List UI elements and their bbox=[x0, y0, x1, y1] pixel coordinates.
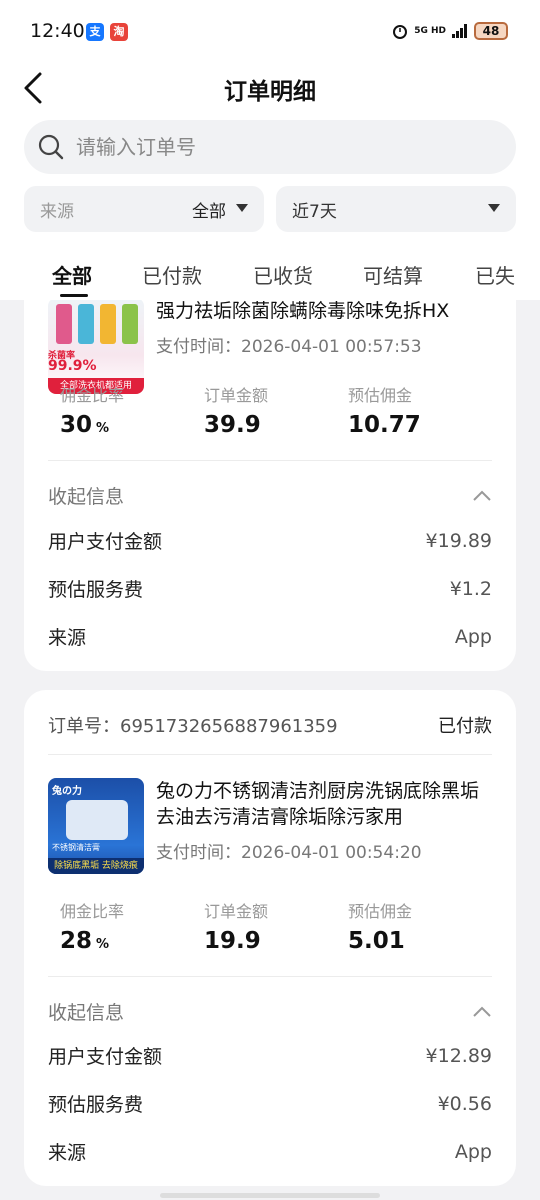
percent-unit: % bbox=[96, 937, 110, 952]
stat-value-rate: 30 bbox=[60, 412, 93, 438]
detail-key: 来源 bbox=[48, 1142, 87, 1164]
stat-label-commission: 预估佣金 bbox=[348, 386, 413, 405]
alarm-icon bbox=[393, 25, 408, 39]
thumb-text: 兔の力 bbox=[52, 786, 82, 797]
tab-received[interactable]: 已收货 bbox=[253, 260, 313, 289]
detail-value: App bbox=[454, 1140, 492, 1163]
search-icon bbox=[38, 134, 64, 160]
order-card[interactable]: 订单号：6951732656887961359 已付款 兔の力 不锈钢清洁膏 除… bbox=[24, 690, 516, 1186]
status-tabs: 全部 已付款 已收货 可结算 已失 bbox=[0, 250, 540, 300]
chevron-up-icon bbox=[473, 490, 491, 501]
divider bbox=[48, 754, 492, 755]
status-time: 12:40 bbox=[30, 20, 85, 42]
alipay-icon: 支 bbox=[86, 23, 104, 41]
pay-time: 支付时间：2026-04-01 00:54:20 bbox=[156, 843, 422, 863]
search-bar[interactable] bbox=[24, 120, 516, 174]
battery-icon: 48 bbox=[474, 22, 508, 40]
signal-icon bbox=[452, 24, 467, 38]
stat-label-commission: 预估佣金 bbox=[348, 902, 413, 921]
caret-down-icon bbox=[236, 204, 248, 212]
detail-row: 用户支付金额 ¥12.89 bbox=[48, 1042, 492, 1069]
collapse-label: 收起信息 bbox=[48, 486, 125, 508]
source-filter-value: 全部 bbox=[192, 201, 226, 222]
commission-stats: 佣金比率 30% 订单金额 39.9 预估佣金 10.77 bbox=[60, 382, 492, 438]
status-bar: 12:40 支 淘 5G HD 48 bbox=[0, 0, 540, 62]
search-input[interactable] bbox=[76, 135, 456, 159]
product-row[interactable]: 杀菌率 99.9% 全部洗衣机都适用 强力祛垢除菌除螨除毒除味免拆HX 支付时间… bbox=[48, 298, 496, 394]
tab-paid[interactable]: 已付款 bbox=[142, 260, 202, 289]
order-header: 订单号：6951732656887961359 已付款 bbox=[48, 712, 492, 738]
detail-key: 来源 bbox=[48, 627, 87, 649]
tab-all[interactable]: 全部 bbox=[52, 260, 92, 289]
source-filter-dropdown[interactable]: 来源 全部 bbox=[24, 186, 264, 232]
collapse-toggle[interactable]: 收起信息 bbox=[48, 998, 492, 1025]
tab-active-indicator bbox=[60, 294, 88, 297]
home-indicator bbox=[160, 1193, 380, 1198]
detail-row: 用户支付金额 ¥19.89 bbox=[48, 527, 492, 554]
detail-value: ¥12.89 bbox=[425, 1044, 492, 1067]
commission-stats: 佣金比率 28% 订单金额 19.9 预估佣金 5.01 bbox=[60, 898, 492, 954]
tab-settleable[interactable]: 可结算 bbox=[363, 260, 423, 289]
detail-row: 来源 App bbox=[48, 623, 492, 650]
detail-key: 用户支付金额 bbox=[48, 1046, 163, 1068]
time-filter-value: 近7天 bbox=[292, 201, 337, 222]
detail-value: App bbox=[454, 625, 492, 648]
detail-key: 预估服务费 bbox=[48, 579, 144, 601]
collapse-label: 收起信息 bbox=[48, 1002, 125, 1024]
detail-row: 预估服务费 ¥1.2 bbox=[48, 575, 492, 602]
detail-value: ¥1.2 bbox=[449, 577, 492, 600]
caret-down-icon bbox=[488, 204, 500, 212]
stat-value-amount: 19.9 bbox=[204, 928, 261, 954]
stat-label-amount: 订单金额 bbox=[204, 386, 269, 405]
product-row[interactable]: 兔の力 不锈钢清洁膏 除锅底黑垢 去除烧痕 兔の力不锈钢清洁剂厨房洗锅底除黑垢去… bbox=[48, 778, 496, 874]
collapse-toggle[interactable]: 收起信息 bbox=[48, 482, 492, 509]
percent-unit: % bbox=[96, 421, 110, 436]
divider bbox=[48, 460, 492, 461]
page-header: 12:40 支 淘 5G HD 48 订单明细 来源 全部 近7天 全部 bbox=[0, 0, 540, 300]
stat-value-rate: 28 bbox=[60, 928, 93, 954]
product-title[interactable]: 兔の力不锈钢清洁剂厨房洗锅底除黑垢去油去污清洁膏除垢除污家用 bbox=[156, 778, 496, 830]
stat-value-commission: 10.77 bbox=[348, 412, 421, 438]
product-title[interactable]: 强力祛垢除菌除螨除毒除味免拆HX bbox=[156, 298, 496, 324]
pay-time: 支付时间：2026-04-01 00:57:53 bbox=[156, 337, 422, 357]
source-filter-label: 来源 bbox=[40, 201, 74, 222]
tab-invalid[interactable]: 已失 bbox=[475, 260, 515, 289]
app-notification-icon: 淘 bbox=[110, 23, 128, 41]
detail-key: 预估服务费 bbox=[48, 1094, 144, 1116]
stat-label-amount: 订单金额 bbox=[204, 902, 269, 921]
stat-label-rate: 佣金比率 bbox=[60, 902, 125, 921]
detail-value: ¥19.89 bbox=[425, 529, 492, 552]
detail-row: 预估服务费 ¥0.56 bbox=[48, 1090, 492, 1117]
detail-row: 来源 App bbox=[48, 1138, 492, 1165]
network-label: 5G HD bbox=[414, 26, 446, 36]
divider bbox=[48, 976, 492, 977]
thumb-text: 不锈钢清洁膏 bbox=[52, 843, 100, 852]
product-thumbnail[interactable]: 杀菌率 99.9% 全部洗衣机都适用 bbox=[48, 298, 144, 394]
time-filter-dropdown[interactable]: 近7天 bbox=[276, 186, 516, 232]
stat-label-rate: 佣金比率 bbox=[60, 386, 125, 405]
thumb-text: 99.9% bbox=[48, 358, 97, 374]
stat-value-commission: 5.01 bbox=[348, 928, 405, 954]
product-thumbnail[interactable]: 兔の力 不锈钢清洁膏 除锅底黑垢 去除烧痕 bbox=[48, 778, 144, 874]
detail-value: ¥0.56 bbox=[437, 1092, 492, 1115]
detail-key: 用户支付金额 bbox=[48, 531, 163, 553]
order-status: 已付款 bbox=[438, 716, 492, 737]
page-title: 订单明细 bbox=[224, 79, 316, 105]
chevron-up-icon bbox=[473, 1006, 491, 1017]
thumb-banner: 除锅底黑垢 去除烧痕 bbox=[48, 858, 144, 874]
stat-value-amount: 39.9 bbox=[204, 412, 261, 438]
order-number: 订单号：6951732656887961359 bbox=[48, 716, 338, 737]
order-card[interactable]: 杀菌率 99.9% 全部洗衣机都适用 强力祛垢除菌除螨除毒除味免拆HX 支付时间… bbox=[24, 250, 516, 671]
